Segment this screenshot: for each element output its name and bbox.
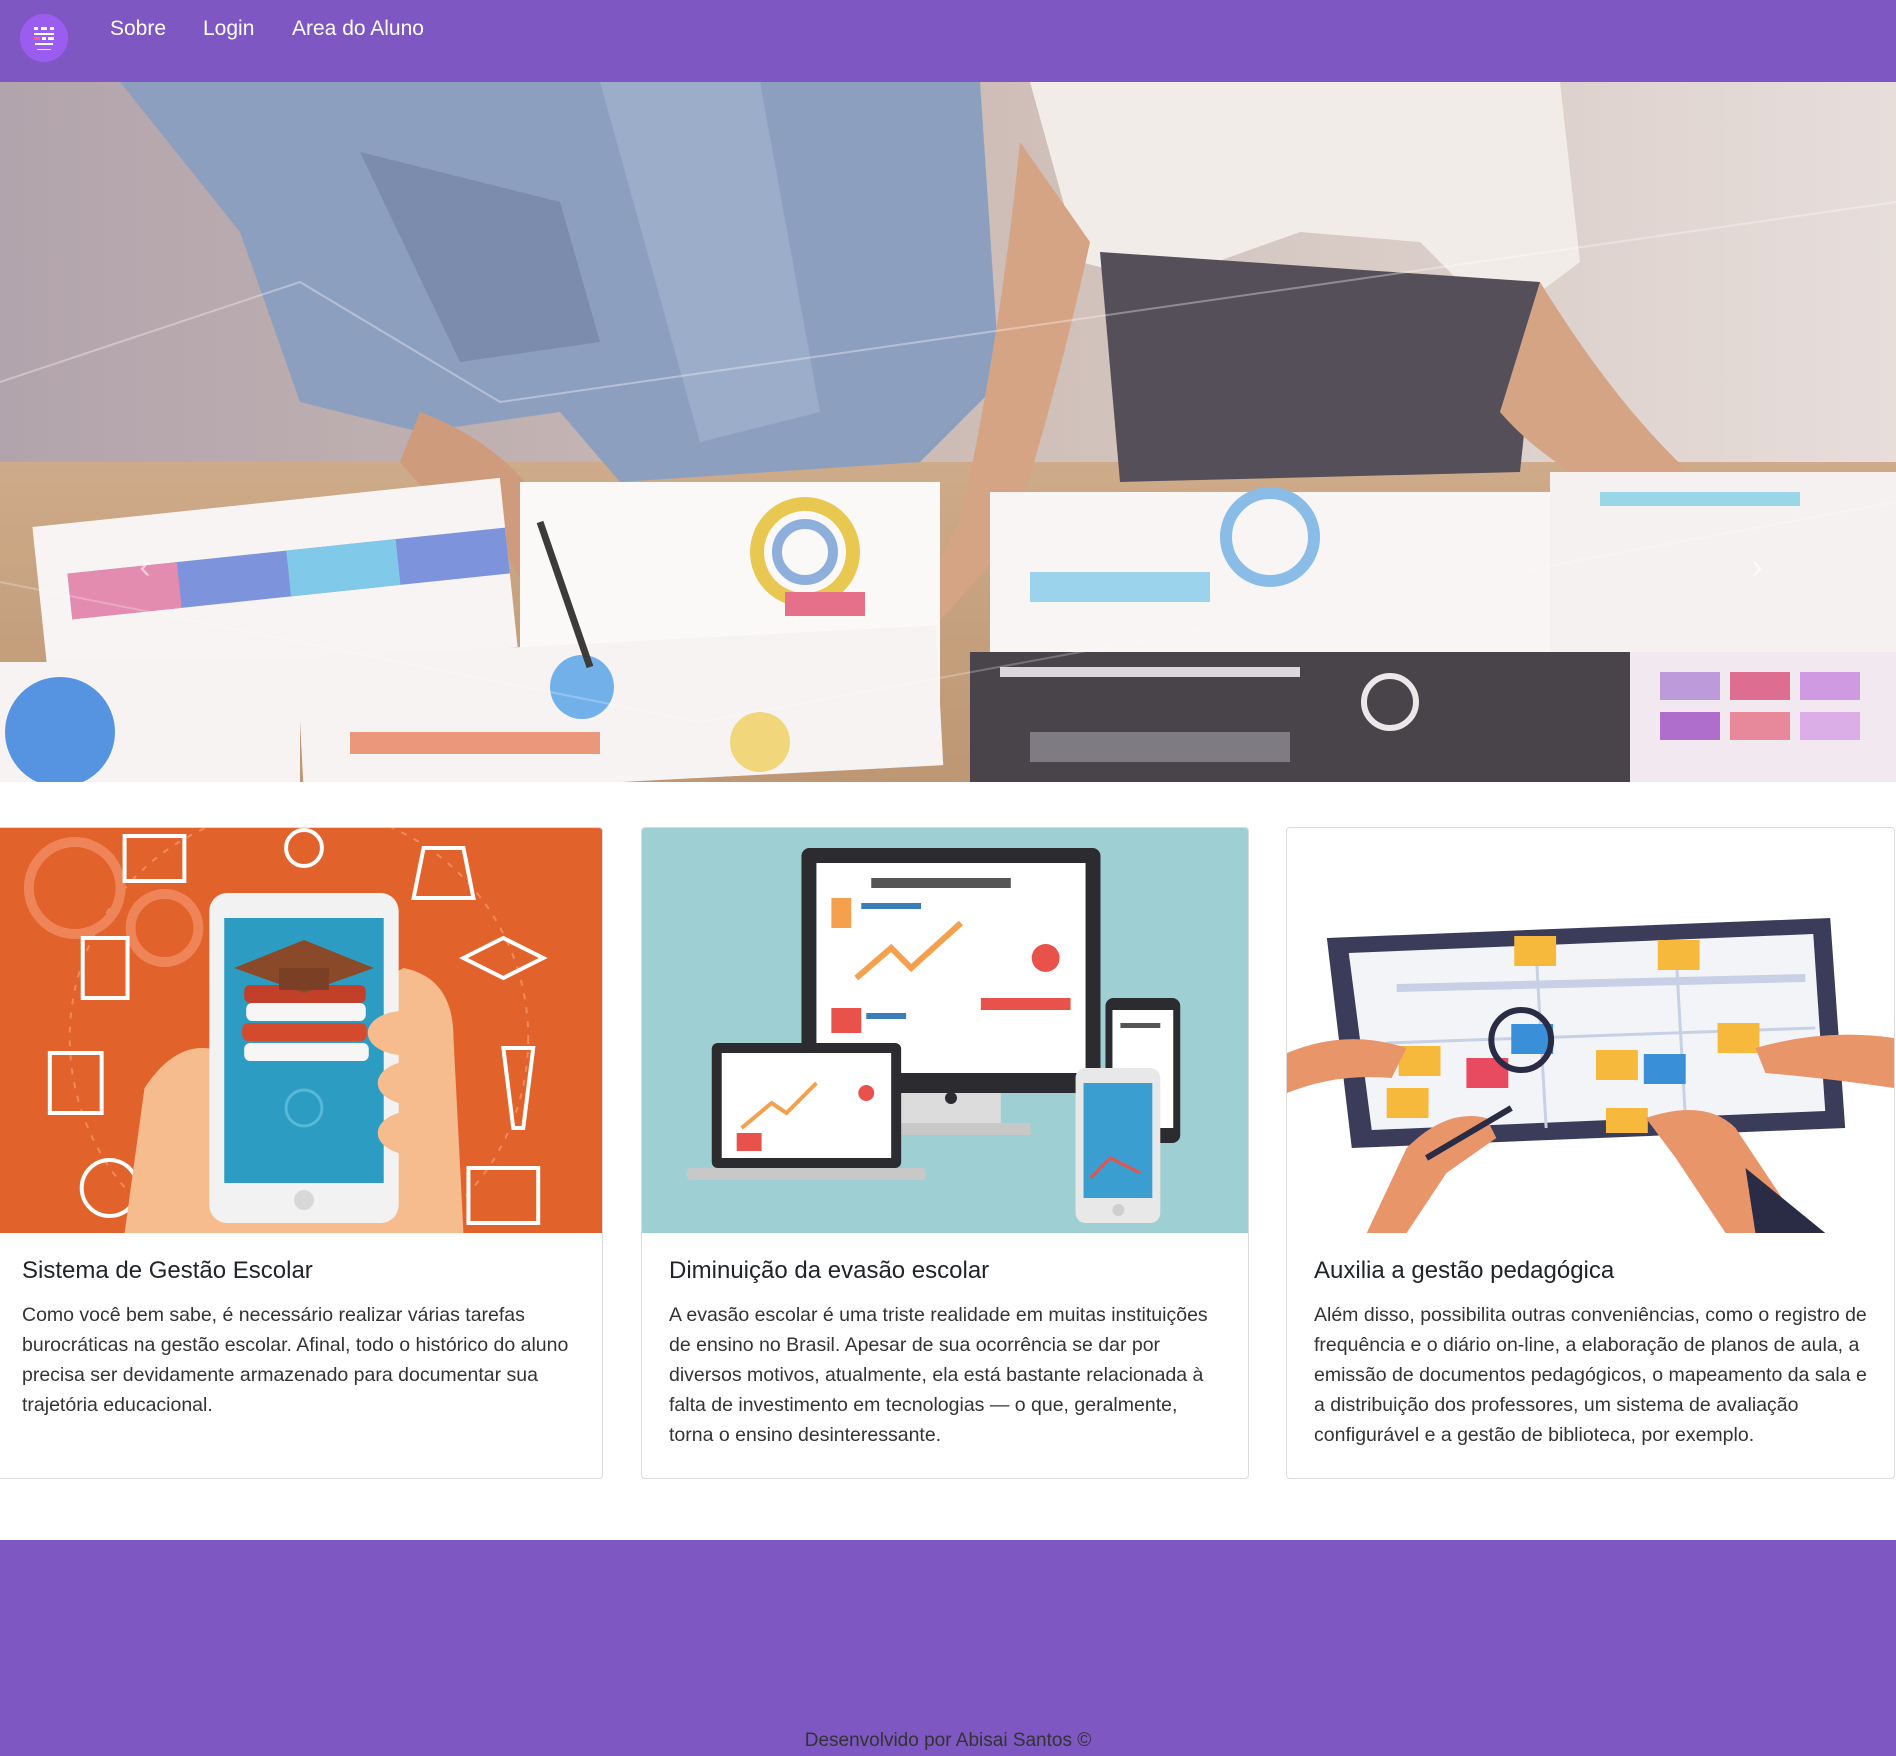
feature-card: Diminuição da evasão escolar A evasão es… xyxy=(641,827,1249,1479)
chevron-right-icon[interactable]: › xyxy=(1737,547,1777,587)
card-title: Diminuição da evasão escolar xyxy=(669,1257,990,1284)
card-body: Sistema de Gestão Escolar Como você bem … xyxy=(0,1233,602,1440)
feature-card: Auxilia a gestão pedagógica Além disso, … xyxy=(1286,827,1895,1479)
nav-link-login[interactable]: Login xyxy=(203,17,254,41)
top-navbar: Sobre Login Area do Aluno xyxy=(0,0,1896,82)
tablet-planning-board-illustration xyxy=(1287,828,1894,1233)
nav-link-area-do-aluno[interactable]: Area do Aluno xyxy=(292,17,424,41)
card-text: A evasão escolar é uma triste realidade … xyxy=(669,1303,1208,1446)
multi-device-dashboard-illustration xyxy=(642,828,1248,1233)
card-title: Auxilia a gestão pedagógica xyxy=(1314,1257,1615,1284)
card-title: Sistema de Gestão Escolar xyxy=(22,1257,313,1284)
card-text: Além disso, possibilita outras conveniên… xyxy=(1314,1303,1867,1446)
footer-credit: Desenvolvido por Abisai Santos © xyxy=(804,1730,1092,1751)
hero-carousel: ‹ › xyxy=(0,82,1896,782)
feature-card: Sistema de Gestão Escolar Como você bem … xyxy=(0,827,603,1479)
nav-link-sobre[interactable]: Sobre xyxy=(110,17,166,41)
mobile-education-illustration xyxy=(0,828,602,1233)
card-text: Como você bem sabe, é necessário realiza… xyxy=(22,1303,569,1416)
team-analyzing-reports-photo xyxy=(0,82,1896,782)
card-body: Auxilia a gestão pedagógica Além disso, … xyxy=(1287,1233,1894,1470)
card-body: Diminuição da evasão escolar A evasão es… xyxy=(642,1233,1248,1470)
chevron-left-icon[interactable]: ‹ xyxy=(125,547,165,587)
page-footer: Desenvolvido por Abisai Santos © xyxy=(0,1540,1896,1756)
school-logo-icon[interactable] xyxy=(20,14,68,62)
